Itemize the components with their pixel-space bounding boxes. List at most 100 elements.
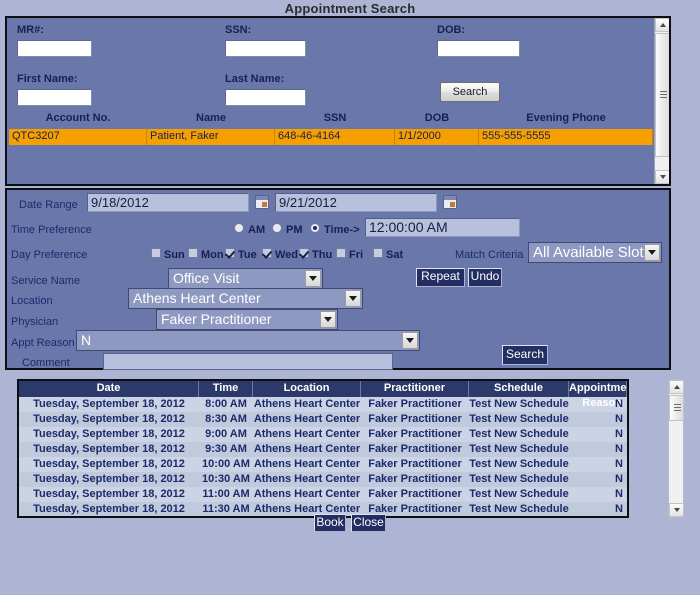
table-row[interactable]: Tuesday, September 18, 201210:00 AMAthen… bbox=[19, 457, 627, 472]
time-value-input[interactable]: 12:00:00 AM bbox=[365, 218, 520, 237]
last-name-input[interactable] bbox=[225, 89, 306, 106]
table-cell: Test New Schedule bbox=[469, 442, 569, 457]
checkbox-label-fri: Fri bbox=[349, 249, 363, 261]
table-cell: N bbox=[569, 457, 627, 472]
last-name-label: Last Name: bbox=[225, 73, 306, 86]
ssn-label: SSN: bbox=[225, 24, 306, 37]
table-cell: N bbox=[569, 427, 627, 442]
service-name-select[interactable]: Office Visit bbox=[168, 268, 323, 289]
table-cell: Tuesday, September 18, 2012 bbox=[19, 487, 199, 502]
dob-input[interactable] bbox=[437, 40, 520, 57]
repeat-button[interactable]: Repeat bbox=[416, 268, 465, 287]
scroll-down-icon[interactable] bbox=[669, 503, 684, 517]
table-cell: Athens Heart Center bbox=[253, 397, 361, 412]
radio-time[interactable] bbox=[310, 223, 320, 233]
table-row[interactable]: Tuesday, September 18, 20129:30 AMAthens… bbox=[19, 442, 627, 457]
scroll-up-icon[interactable] bbox=[669, 380, 684, 394]
calendar-to-icon[interactable] bbox=[443, 195, 457, 209]
table-cell: 10:00 AM bbox=[199, 457, 253, 472]
table-row[interactable]: Tuesday, September 18, 201210:30 AMAthen… bbox=[19, 472, 627, 487]
scroll-down-icon[interactable] bbox=[655, 170, 670, 184]
results-scrollbar[interactable] bbox=[668, 379, 684, 518]
results-col-header[interactable]: Date bbox=[19, 381, 199, 397]
table-cell: 8:30 AM bbox=[199, 412, 253, 427]
table-cell: N bbox=[569, 487, 627, 502]
table-cell: N bbox=[569, 502, 627, 517]
date-from-input[interactable]: 9/18/2012 bbox=[87, 193, 249, 212]
radio-am[interactable] bbox=[234, 223, 244, 233]
date-range-label: Date Range bbox=[19, 198, 78, 212]
physician-select[interactable]: Faker Practitioner bbox=[156, 309, 338, 330]
checkbox-mon[interactable] bbox=[188, 248, 198, 258]
scrollbar-grip-icon bbox=[660, 91, 667, 99]
checkbox-label-sat: Sat bbox=[386, 249, 403, 261]
book-button[interactable]: Book bbox=[314, 514, 346, 532]
field-group-ssn: SSN: bbox=[225, 24, 306, 57]
checkbox-sun[interactable] bbox=[151, 248, 161, 258]
checkbox-fri[interactable] bbox=[336, 248, 346, 258]
chevron-down-icon[interactable] bbox=[305, 270, 321, 287]
patient-col-header: SSN bbox=[275, 111, 395, 127]
criteria-search-button[interactable]: Search bbox=[502, 345, 548, 365]
results-table-body: Tuesday, September 18, 20128:00 AMAthens… bbox=[19, 397, 627, 517]
table-cell: Athens Heart Center bbox=[253, 427, 361, 442]
match-criteria-select[interactable]: All Available Slots bbox=[528, 242, 662, 263]
appt-reason-value: N bbox=[81, 332, 91, 348]
patient-col-header: Evening Phone bbox=[479, 111, 653, 127]
calendar-from-icon[interactable] bbox=[255, 195, 269, 209]
results-col-header[interactable]: Appointment Reason bbox=[569, 381, 627, 397]
scrollbar-thumb[interactable] bbox=[669, 395, 684, 421]
close-button[interactable]: Close bbox=[351, 514, 386, 532]
table-cell: 9:00 AM bbox=[199, 427, 253, 442]
chevron-down-icon[interactable] bbox=[644, 244, 660, 261]
location-select[interactable]: Athens Heart Center bbox=[128, 288, 363, 309]
results-col-header[interactable]: Location bbox=[253, 381, 361, 397]
table-cell: N bbox=[569, 397, 627, 412]
table-cell: Test New Schedule bbox=[469, 502, 569, 517]
first-name-input[interactable] bbox=[17, 89, 92, 106]
mr-input[interactable] bbox=[17, 40, 92, 57]
table-row[interactable]: Tuesday, September 18, 201211:00 AMAthen… bbox=[19, 487, 627, 502]
comment-input[interactable] bbox=[103, 353, 393, 370]
chevron-down-icon[interactable] bbox=[320, 311, 336, 328]
radio-pm[interactable] bbox=[272, 223, 282, 233]
table-cell: Test New Schedule bbox=[469, 397, 569, 412]
table-cell: Tuesday, September 18, 2012 bbox=[19, 472, 199, 487]
chevron-down-icon[interactable] bbox=[345, 290, 361, 307]
results-area: DateTimeLocationPractitionerScheduleAppo… bbox=[17, 379, 684, 518]
checkbox-thu[interactable] bbox=[299, 248, 309, 258]
checkbox-wed[interactable] bbox=[262, 248, 272, 258]
table-row[interactable]: Tuesday, September 18, 20129:00 AMAthens… bbox=[19, 427, 627, 442]
patient-col-header: Account No. bbox=[9, 111, 147, 127]
checkbox-sat[interactable] bbox=[373, 248, 383, 258]
service-name-value: Office Visit bbox=[173, 270, 239, 286]
scrollbar-thumb[interactable] bbox=[655, 33, 670, 157]
results-col-header[interactable]: Schedule bbox=[469, 381, 569, 397]
table-cell: Faker Practitioner bbox=[361, 457, 469, 472]
match-criteria-label: Match Criteria bbox=[455, 248, 523, 262]
comment-label: Comment bbox=[22, 356, 70, 370]
patient-cell: 648-46-4164 bbox=[275, 129, 395, 145]
results-col-header[interactable]: Time bbox=[199, 381, 253, 397]
table-cell: Athens Heart Center bbox=[253, 442, 361, 457]
table-row[interactable]: Tuesday, September 18, 20128:30 AMAthens… bbox=[19, 412, 627, 427]
radio-pm-label: PM bbox=[286, 224, 303, 236]
checkbox-label-mon: Mon bbox=[201, 249, 224, 261]
patient-cell: QTC3207 bbox=[9, 129, 147, 145]
appt-reason-select[interactable]: N bbox=[76, 330, 420, 351]
chevron-down-icon[interactable] bbox=[402, 332, 418, 349]
table-cell: Athens Heart Center bbox=[253, 457, 361, 472]
date-to-input[interactable]: 9/21/2012 bbox=[275, 193, 437, 212]
patient-search-button[interactable]: Search bbox=[440, 82, 500, 102]
scroll-up-icon[interactable] bbox=[655, 18, 670, 32]
table-row[interactable]: Tuesday, September 18, 20128:00 AMAthens… bbox=[19, 397, 627, 412]
table-cell: N bbox=[569, 472, 627, 487]
table-cell: Faker Practitioner bbox=[361, 487, 469, 502]
checkbox-label-sun: Sun bbox=[164, 249, 185, 261]
undo-button[interactable]: Undo bbox=[468, 268, 502, 287]
patient-panel-scrollbar[interactable] bbox=[654, 18, 669, 184]
checkbox-tue[interactable] bbox=[225, 248, 235, 258]
ssn-input[interactable] bbox=[225, 40, 306, 57]
results-col-header[interactable]: Practitioner bbox=[361, 381, 469, 397]
patient-result-row[interactable]: QTC3207Patient, Faker648-46-41641/1/2000… bbox=[9, 129, 653, 145]
